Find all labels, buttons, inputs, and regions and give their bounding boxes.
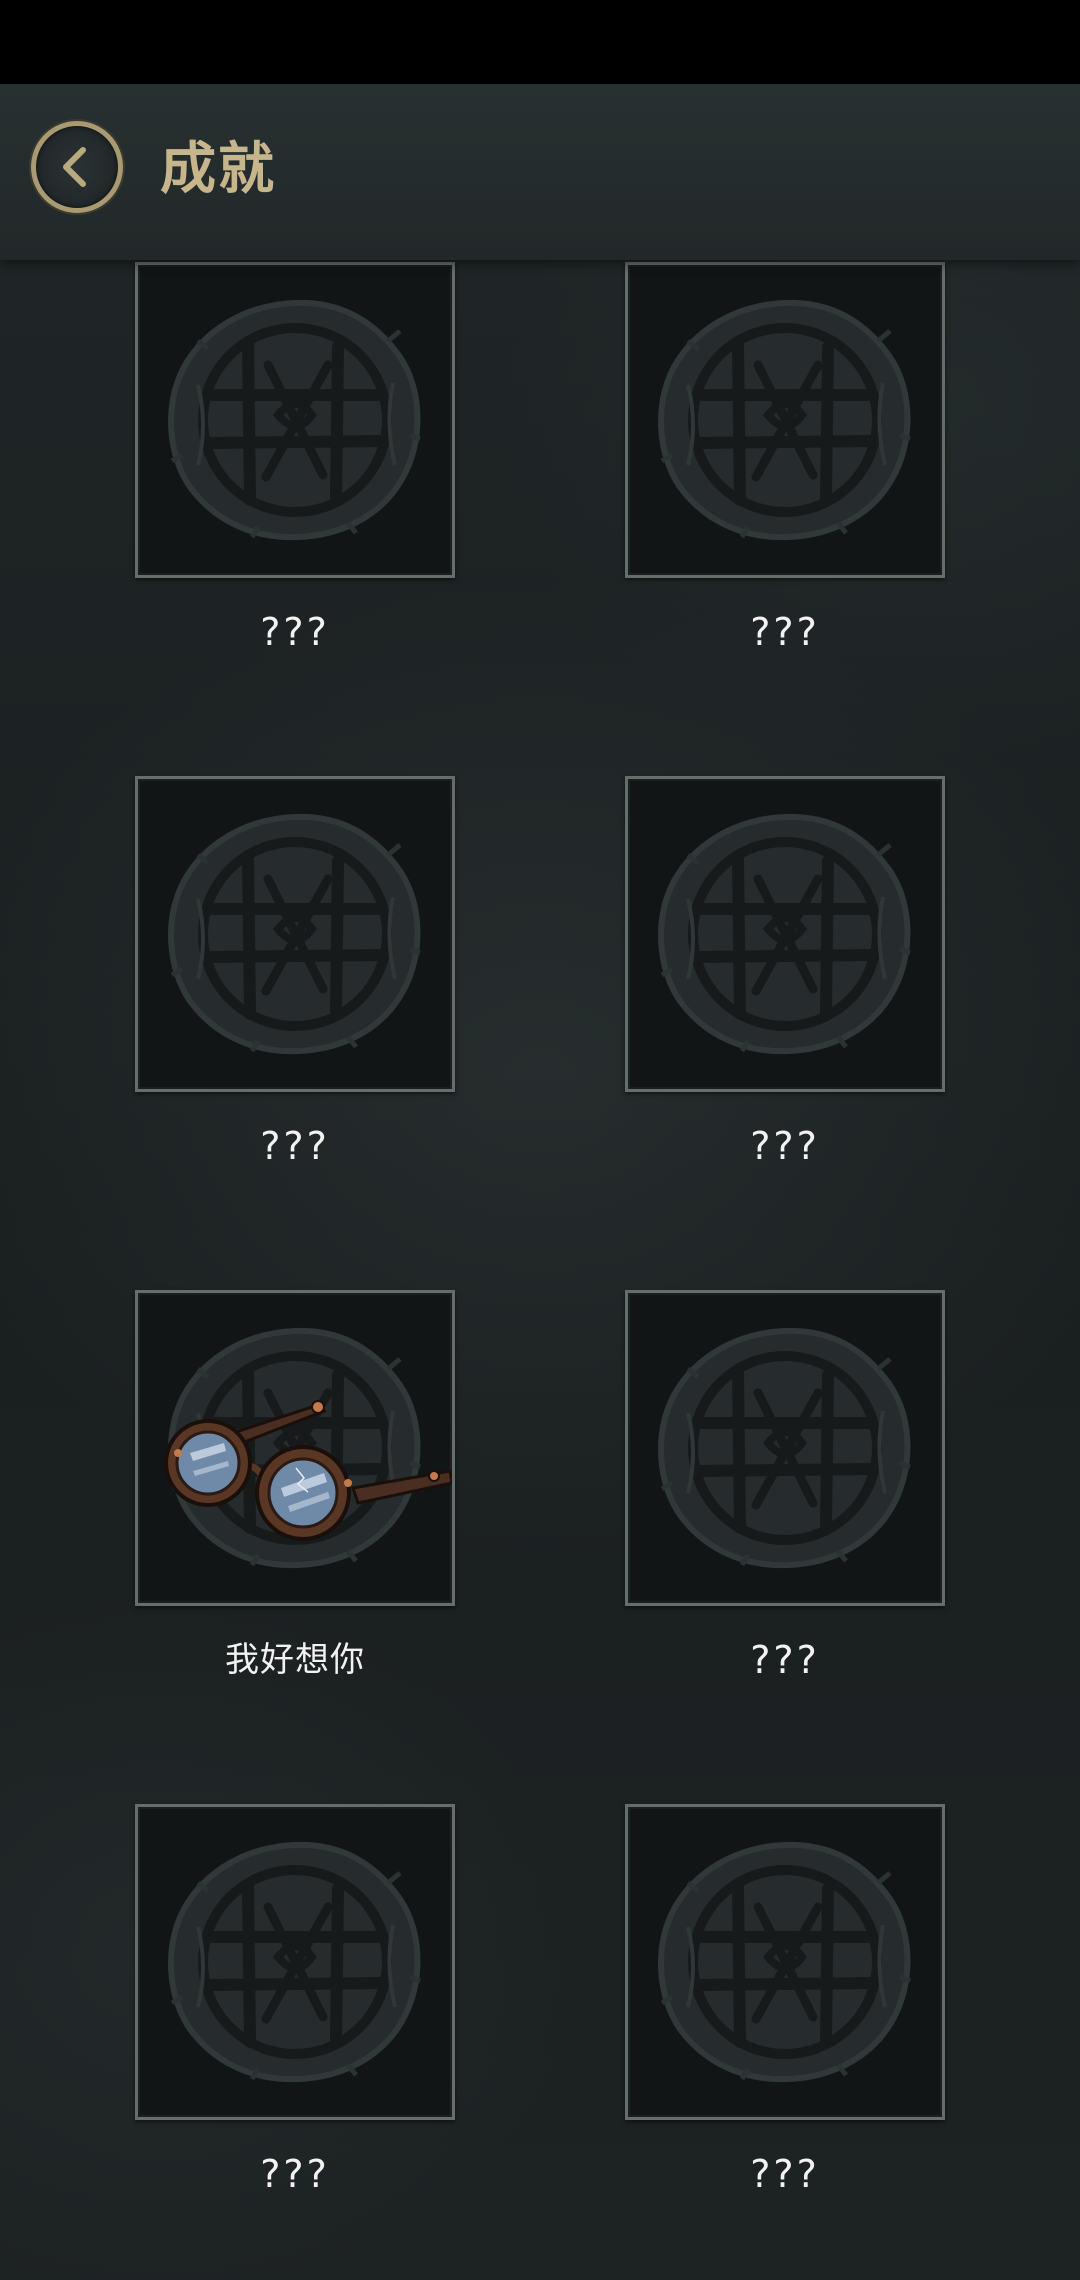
- achievement-badge: [135, 1290, 455, 1606]
- status-bar: [0, 0, 1080, 84]
- achievement-badge: [625, 1290, 945, 1606]
- locked-seal-icon: [628, 779, 942, 1089]
- achievement-badge: [135, 776, 455, 1092]
- achievement-badge: [625, 1804, 945, 2120]
- page-title: 成就: [160, 137, 276, 202]
- locked-seal-icon: [138, 265, 452, 575]
- locked-seal-icon: [138, 779, 452, 1089]
- header-bar: 成就: [0, 84, 1080, 260]
- achievement-label: ???: [260, 610, 330, 654]
- chevron-left-icon: [63, 147, 86, 187]
- round-glasses-icon: [164, 1400, 452, 1541]
- achievement-label: ???: [750, 610, 820, 654]
- achievement-label: ???: [260, 1124, 330, 1168]
- locked-seal-icon: [628, 1293, 942, 1603]
- achievement-label: ???: [750, 1124, 820, 1168]
- achievement-badge: [135, 262, 455, 578]
- achievement-label: 我好想你: [225, 1640, 365, 1680]
- locked-seal-icon: [138, 1807, 452, 2117]
- back-button[interactable]: [31, 121, 123, 213]
- locked-seal-icon: [628, 1807, 942, 2117]
- locked-seal-icon: [628, 265, 942, 575]
- achievement-label: ???: [750, 1638, 820, 1682]
- achievement-badge: [625, 262, 945, 578]
- achievement-label: ???: [750, 2152, 820, 2196]
- achievement-label: ???: [260, 2152, 330, 2196]
- achievement-badge: [135, 1804, 455, 2120]
- achievement-badge: [625, 776, 945, 1092]
